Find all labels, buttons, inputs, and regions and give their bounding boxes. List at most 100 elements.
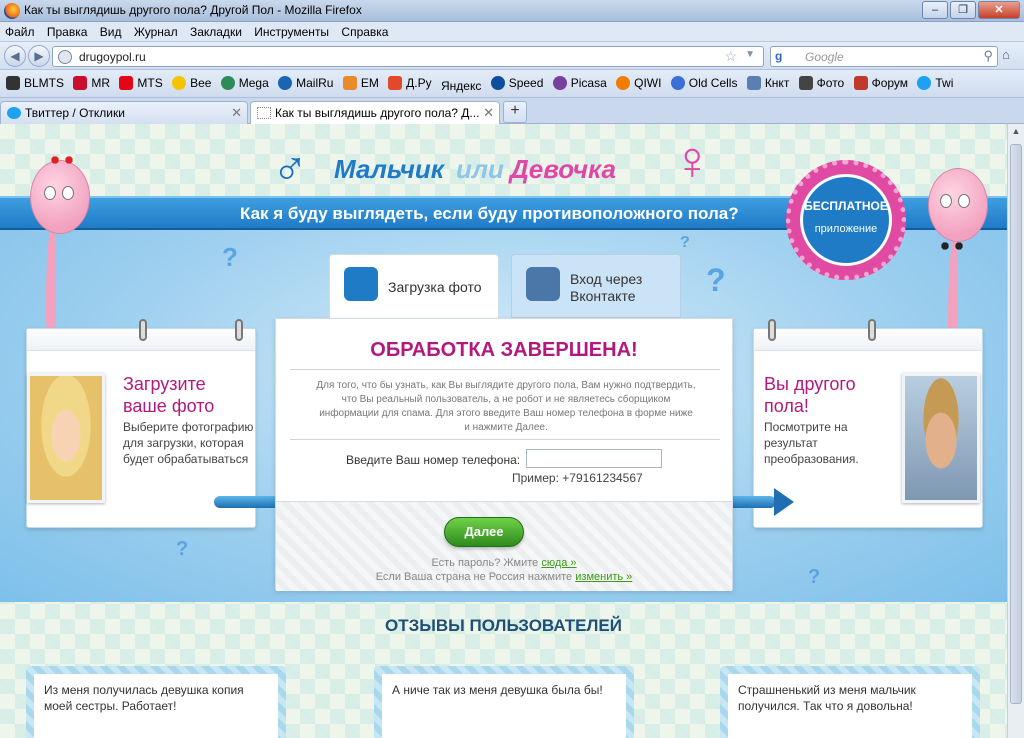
bookmark-bee-icon	[172, 76, 187, 90]
free-app-badge: БЕСПЛАТНОЕ приложение	[786, 160, 906, 280]
bookmark-forum-icon	[853, 76, 868, 90]
bookmark-twi-icon	[917, 76, 932, 90]
tab-drugoypol-label: Как ты выглядишь другого пола? Д...	[275, 106, 480, 120]
address-bar[interactable]: drugoypol.ru ☆ ▼	[52, 46, 764, 67]
bookmark-mts[interactable]: MTS	[119, 76, 163, 90]
bookmark-bee[interactable]: Bee	[172, 76, 211, 90]
maximize-button[interactable]: ❐	[950, 1, 976, 19]
bookmark-mr[interactable]: MR	[73, 76, 110, 90]
bookmark-mailru[interactable]: MailRu	[278, 76, 333, 90]
bookmark-qiwi-icon	[616, 76, 631, 90]
camera-icon	[344, 267, 378, 301]
tab-upload-photo[interactable]: Загрузка фото	[329, 254, 499, 318]
menu-help[interactable]: Справка	[336, 22, 392, 39]
bookmark-em-icon	[342, 76, 357, 90]
tab-close-icon[interactable]: ✕	[483, 105, 494, 121]
change-country-link[interactable]: изменить »	[575, 571, 632, 583]
back-button[interactable]: ◀	[4, 45, 26, 67]
bookmark-knkt[interactable]: Кнкт	[746, 76, 789, 90]
country-text: Если Ваша страна не Россия нажмите	[375, 571, 573, 583]
bookmark-mega-icon	[220, 76, 235, 90]
firefox-icon	[4, 3, 20, 19]
navigation-toolbar: ◀ ▶ drugoypol.ru ☆ ▼ g Google ⚲ ⌂	[0, 42, 1024, 70]
left-card-title: Загрузите ваше фото	[123, 374, 215, 416]
review-card: А ниче так из меня девушка была бы!	[374, 666, 634, 738]
menu-history[interactable]: Журнал	[129, 22, 182, 39]
boy-mascot-eye	[940, 194, 952, 208]
bookmark-picasa[interactable]: Picasa	[552, 76, 607, 90]
bookmark-dru[interactable]: Д.Ру	[388, 76, 432, 90]
menu-view[interactable]: Вид	[95, 22, 126, 39]
minimize-button[interactable]: –	[922, 1, 948, 19]
tab-drugoypol[interactable]: Как ты выглядишь другого пола? Д... ✕	[250, 101, 500, 125]
tab-close-icon[interactable]: ✕	[231, 105, 242, 121]
password-link[interactable]: сюда »	[541, 557, 576, 569]
review-card: Страшненький из меня мальчик получился. …	[720, 666, 980, 738]
search-icon[interactable]: ⚲	[983, 48, 993, 64]
male-symbol-icon: ♂	[272, 141, 308, 194]
bookmark-star-icon[interactable]: ☆	[724, 48, 737, 65]
verification-form: ОБРАБОТКА ЗАВЕРШЕНА! Для того, что бы уз…	[275, 318, 733, 591]
history-dropdown-icon[interactable]: ▼	[745, 49, 755, 60]
scroll-up-icon[interactable]: ▲	[1010, 126, 1022, 140]
page-scrollbar[interactable]: ▲	[1007, 124, 1024, 738]
globe-icon	[58, 50, 72, 64]
bookmark-yandex[interactable]: Яндекс	[441, 79, 481, 93]
bookmarks-toolbar: BLMTS MR MTS Bee Mega MailRu EM Д.Ру Янд…	[0, 70, 1024, 98]
tab-vk-login-label: Вход через Вконтакте	[570, 271, 643, 304]
bookmark-speed[interactable]: Speed	[490, 76, 543, 90]
bow-tie-icon	[938, 240, 966, 252]
boy-mascot-eye	[958, 194, 970, 208]
menu-file[interactable]: Файл	[0, 22, 39, 39]
bookmark-oldcells-icon	[670, 76, 685, 90]
bookmark-mr-icon	[73, 76, 88, 90]
scrollbar-thumb[interactable]	[1010, 144, 1022, 704]
menu-bar: Файл Правка Вид Журнал Закладки Инструме…	[0, 22, 1024, 42]
bookmark-em[interactable]: EM	[342, 76, 379, 90]
review-text: Страшненький из меня мальчик получился. …	[728, 674, 972, 738]
phone-label: Введите Ваш номер телефона:	[346, 453, 521, 467]
binder-ring-icon	[768, 319, 776, 341]
search-bar[interactable]: g Google ⚲	[770, 46, 998, 67]
bookmark-knkt-icon	[746, 76, 761, 90]
window-title: Как ты выглядишь другого пола? Другой По…	[24, 3, 362, 17]
password-text: Есть пароль? Жмите	[431, 557, 539, 569]
bookmark-qiwi[interactable]: QIWI	[616, 76, 661, 90]
bookmark-picasa-icon	[552, 76, 567, 90]
next-button[interactable]: Далее	[444, 517, 524, 547]
new-tab-button[interactable]: +	[503, 101, 527, 123]
girl-mascot-eye	[62, 186, 74, 200]
tab-twitter[interactable]: Твиттер / Отклики ✕	[0, 101, 248, 124]
toolbar-menu-icon[interactable]: ⌂	[1002, 47, 1020, 65]
bookmark-forum[interactable]: Форум	[853, 76, 908, 90]
bookmark-twi[interactable]: Twi	[917, 76, 953, 90]
bookmark-mega[interactable]: Mega	[220, 76, 269, 90]
password-hint: Есть пароль? Жмите сюда »	[276, 557, 732, 569]
bookmark-blmts-icon	[6, 76, 20, 90]
right-card-title: Вы другого пола!	[764, 374, 856, 416]
bookmark-dru-icon	[388, 76, 403, 90]
bookmark-blmts[interactable]: BLMTS	[6, 76, 64, 90]
girl-mascot-eye	[44, 186, 56, 200]
tab-vk-login[interactable]: Вход через Вконтакте	[511, 254, 681, 318]
question-mark-icon: ?	[808, 566, 821, 588]
girl-mascot-head	[30, 160, 90, 234]
close-button[interactable]: ✕	[978, 1, 1020, 19]
search-placeholder: Google	[805, 50, 844, 64]
menu-tools[interactable]: Инструменты	[249, 22, 333, 39]
phone-input[interactable]	[526, 449, 662, 468]
google-icon[interactable]: g	[775, 49, 782, 63]
site-logo[interactable]: ♂ Мальчик или Девочка ♀	[270, 134, 730, 194]
bookmark-oldcells[interactable]: Old Cells	[670, 76, 737, 90]
forward-button[interactable]: ▶	[28, 45, 50, 67]
review-text: Из меня получилась девушка копия моей се…	[34, 674, 278, 738]
red-bow-icon	[48, 154, 76, 166]
bookmark-foto-icon	[798, 76, 813, 90]
menu-edit[interactable]: Правка	[42, 22, 92, 39]
phone-example: Пример: +79161234567	[512, 471, 643, 485]
bookmark-mailru-icon	[278, 76, 293, 90]
tagline: Как я буду выглядеть, если буду противоп…	[240, 204, 739, 223]
bookmark-foto[interactable]: Фото	[798, 76, 844, 90]
menu-bookmarks[interactable]: Закладки	[185, 22, 246, 39]
question-mark-icon: ?	[222, 242, 238, 272]
